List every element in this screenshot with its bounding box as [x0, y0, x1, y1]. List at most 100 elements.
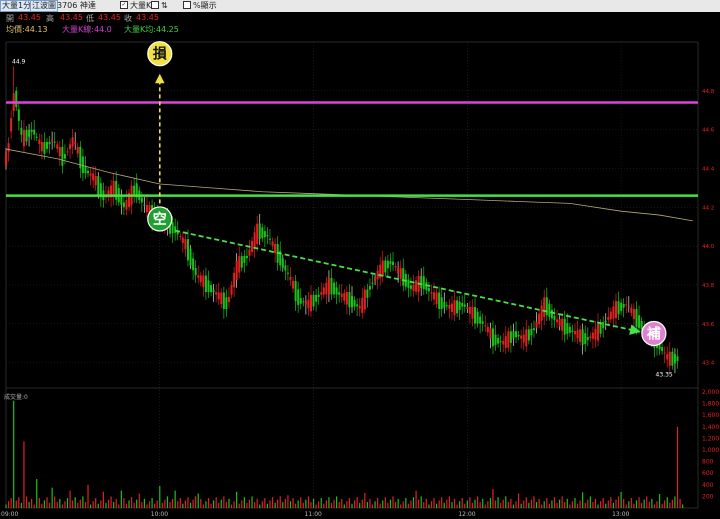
- candle-body: [215, 292, 218, 295]
- volume-bar: [84, 502, 87, 508]
- candle-body: [145, 205, 148, 212]
- candle-body: [527, 329, 530, 341]
- candle-body: [604, 320, 607, 323]
- candle-body: [40, 142, 43, 152]
- volume-bar: [679, 498, 681, 508]
- volume-bar: [676, 426, 679, 508]
- candle-body: [87, 170, 90, 174]
- candle-body: [174, 226, 177, 233]
- volume-bar: [546, 498, 548, 508]
- candle-body: [222, 292, 225, 309]
- volume-bar: [18, 497, 20, 508]
- price-tick-label: 44.2: [702, 205, 714, 211]
- volume-bar: [407, 503, 409, 508]
- volume-bar: [87, 484, 89, 508]
- volume-bar: [341, 498, 343, 508]
- volume-bar: [336, 496, 338, 508]
- candle-body: [5, 151, 7, 166]
- candle-body: [445, 305, 448, 307]
- volume-bar: [148, 501, 151, 508]
- candle-body: [568, 326, 571, 333]
- candle-body: [407, 279, 410, 288]
- volume-bar: [400, 504, 402, 508]
- volume-bar: [82, 496, 84, 508]
- candle-body: [579, 329, 582, 342]
- candle-body: [48, 141, 51, 145]
- time-tick-label: 11:00: [305, 511, 322, 518]
- volume-bar: [254, 502, 256, 508]
- volume-bar: [64, 501, 66, 508]
- volume-bar: [351, 503, 353, 508]
- candle-body: [415, 280, 418, 292]
- volume-bar: [187, 497, 189, 508]
- volume-bar: [246, 502, 248, 508]
- volume-bar: [72, 500, 74, 508]
- volume-bar: [623, 498, 625, 508]
- volume-bar: [233, 501, 235, 508]
- candle-body: [602, 322, 605, 328]
- volume-bar: [266, 503, 269, 508]
- volume-bar: [669, 502, 671, 508]
- volume-bar: [38, 498, 40, 508]
- volume-bar: [33, 504, 35, 508]
- volume-bar: [602, 498, 604, 508]
- volume-bar: [379, 503, 381, 508]
- volume-bar: [128, 500, 130, 508]
- candle-body: [512, 331, 515, 339]
- candle-body: [638, 315, 641, 328]
- volume-bar: [489, 498, 491, 508]
- volume-bar: [392, 496, 394, 508]
- volume-bar: [479, 502, 481, 508]
- candle-body: [140, 197, 143, 203]
- candle-body: [271, 241, 274, 246]
- volume-bar: [105, 502, 107, 508]
- candle-body: [520, 335, 523, 339]
- candle-body: [53, 141, 56, 143]
- candle-body: [440, 297, 443, 310]
- stop-loss-badge-text: 損: [153, 46, 168, 63]
- candle-body: [217, 292, 220, 300]
- candle-body: [302, 301, 305, 303]
- volume-bar: [405, 498, 407, 508]
- volume-bar: [359, 502, 361, 508]
- candle-body: [517, 334, 520, 337]
- volume-bar: [361, 499, 363, 508]
- volume-bar: [612, 502, 615, 508]
- price-tick-label: 43.4: [702, 361, 715, 367]
- volume-bar: [600, 501, 602, 508]
- candle-body: [268, 238, 271, 240]
- volume-bar: [69, 490, 71, 508]
- volume-bar: [535, 502, 538, 508]
- candle-body: [28, 129, 31, 137]
- volume-bar: [89, 504, 92, 508]
- candle-body: [256, 223, 259, 244]
- volume-bar: [23, 441, 25, 508]
- volume-bar: [154, 503, 156, 508]
- candle-body: [491, 328, 494, 347]
- volume-bar: [223, 496, 225, 508]
- candle-body: [25, 129, 28, 142]
- volume-bar: [51, 487, 53, 508]
- volume-tick-label: 1,400: [702, 424, 719, 431]
- volume-bar: [310, 502, 312, 508]
- candle-body: [197, 275, 200, 278]
- volume-bar: [556, 502, 558, 508]
- candle-body: [371, 282, 374, 284]
- volume-bar: [66, 498, 69, 508]
- candle-body: [374, 277, 377, 282]
- volume-bar: [338, 502, 340, 508]
- volume-bar: [664, 500, 666, 508]
- volume-bar: [100, 500, 102, 508]
- candle-body: [515, 331, 518, 338]
- candle-body: [353, 300, 356, 307]
- candle-body: [340, 293, 343, 297]
- candle-body: [556, 319, 559, 323]
- volume-bar: [207, 498, 210, 508]
- trend-arrow: [174, 229, 641, 335]
- volume-bar: [597, 504, 599, 508]
- candle-body: [312, 294, 315, 307]
- candle-body: [133, 185, 136, 195]
- candle-body: [307, 299, 310, 309]
- volume-bar: [682, 504, 684, 508]
- volume-bar: [205, 501, 207, 508]
